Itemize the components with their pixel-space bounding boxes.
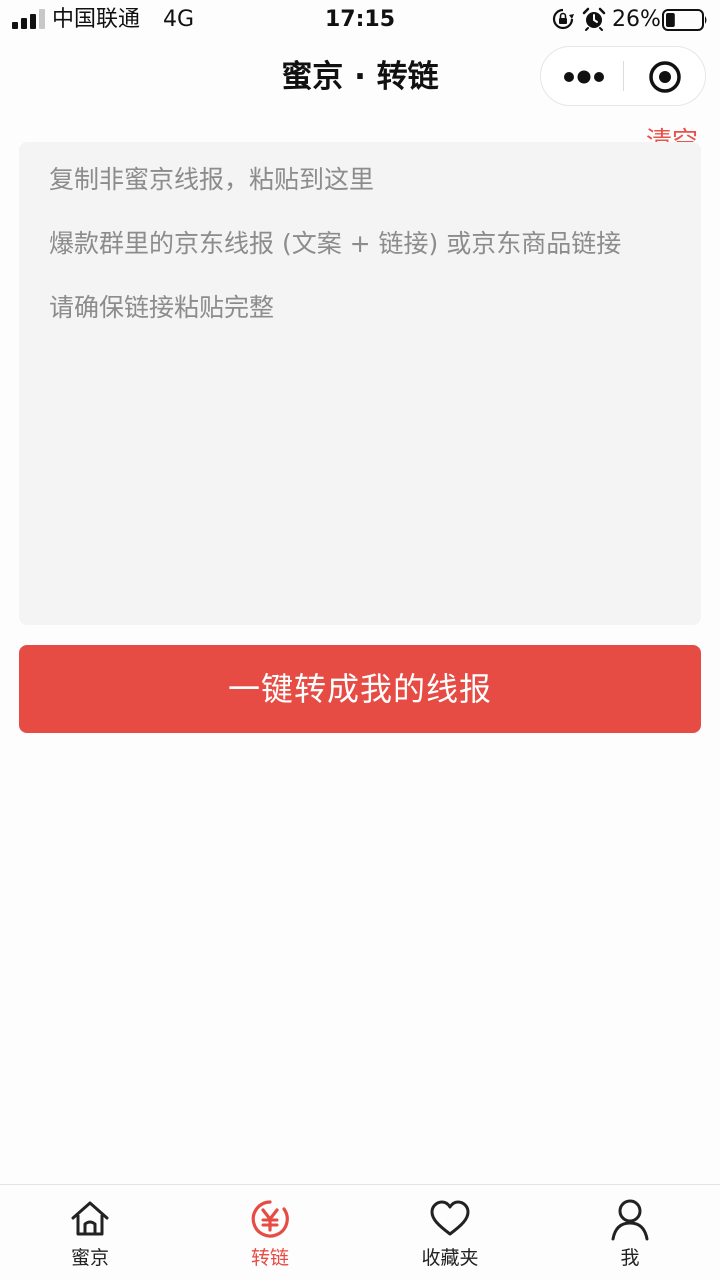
battery-icon (662, 9, 707, 31)
more-button[interactable] (541, 47, 623, 105)
page: 中国联通 4G 17:15 26% 蜜京 · 转链 复制非蜜京线报，粘贴到这里 … (0, 0, 720, 1280)
placeholder-line-2: 爆款群里的京东线报 (文案 + 链接) 或京东商品链接 (49, 229, 622, 258)
miniprogram-capsule (540, 46, 706, 106)
alarm-icon (582, 7, 606, 31)
tab-me[interactable]: 我 (540, 1185, 720, 1280)
tab-label-favorites: 收藏夹 (421, 1247, 479, 1269)
placeholder-line-3: 请确保链接粘贴完整 (49, 293, 275, 322)
user-icon (611, 1199, 649, 1241)
tab-label-zhuanlian: 转链 (250, 1247, 289, 1269)
more-dots-icon (564, 70, 604, 84)
placeholder-line-1: 复制非蜜京线报，粘贴到这里 (49, 165, 375, 194)
tab-bar: 蜜京 转链 收藏夹 我 (0, 1184, 720, 1280)
tab-favorites[interactable]: 收藏夹 (360, 1185, 540, 1280)
tab-label-me: 我 (620, 1247, 640, 1269)
heart-icon (430, 1200, 470, 1236)
status-bar: 中国联通 4G 17:15 26% (0, 0, 720, 40)
paste-textarea[interactable]: 复制非蜜京线报，粘贴到这里 爆款群里的京东线报 (文案 + 链接) 或京东商品链… (19, 142, 701, 625)
battery-percent: 26% (612, 7, 661, 32)
close-miniprogram-button[interactable] (624, 47, 706, 105)
yen-circle-icon (251, 1200, 289, 1238)
tab-label-mijing: 蜜京 (70, 1247, 109, 1269)
tab-mijing[interactable]: 蜜京 (0, 1185, 180, 1280)
rotation-lock-icon (552, 8, 574, 30)
tab-zhuanlian[interactable]: 转链 (180, 1185, 360, 1280)
home-icon (71, 1201, 109, 1236)
convert-button[interactable]: 一键转成我的线报 (19, 645, 701, 733)
target-circle-icon (649, 61, 681, 93)
